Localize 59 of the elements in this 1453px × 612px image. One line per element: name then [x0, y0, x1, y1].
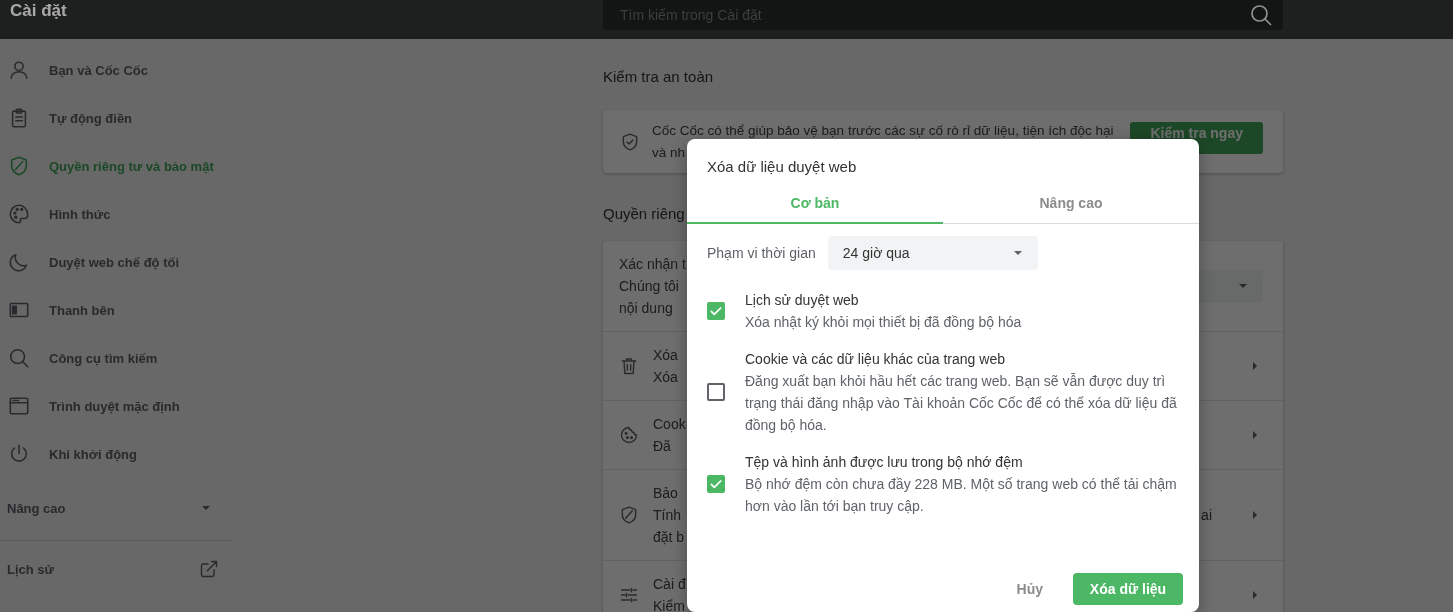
option-description: Xóa nhật ký khỏi mọi thiết bị đã đồng bộ hóa [745, 313, 1022, 332]
palette-icon [8, 203, 30, 225]
browser-window-icon [8, 395, 30, 417]
sidebar-item[interactable]: Quyền riêng tư và bảo mật [0, 142, 232, 190]
section-heading: Kiểm tra an toàn [603, 67, 714, 87]
option-title: Cookie và các dữ liệu khác của trang web [745, 350, 1006, 369]
setting-text: Đã [653, 437, 671, 456]
setting-text: Xác nhận t [619, 255, 686, 274]
cookie-icon [619, 425, 639, 445]
card-text: và nh [652, 144, 686, 162]
sidebar-item[interactable]: Trình duyệt mặc định [0, 382, 232, 430]
sliders-icon [619, 585, 639, 605]
checkbox[interactable] [707, 475, 725, 493]
setting-text: Tính [653, 506, 681, 525]
time-range-dropdown[interactable]: 24 giờ qua [827, 236, 1038, 270]
sidebar-item[interactable]: Khi khởi động [0, 430, 232, 478]
search-icon [1249, 3, 1273, 27]
setting-text: Xóa [653, 346, 678, 365]
clear-data-button[interactable]: Xóa dữ liệu [1073, 573, 1183, 605]
setting-text: nội dung [619, 299, 673, 318]
sidebar-item[interactable]: Bạn và Cốc Cốc [0, 46, 232, 94]
setting-text: Kiểm [653, 597, 685, 612]
person-icon [8, 59, 30, 81]
setting-text: Cook [653, 415, 686, 434]
card-text: Cốc Cốc có thể giúp bảo vệ bạn trước các sự cố rò rỉ dữ liệu, tiện ích độc hại [652, 122, 1114, 140]
sidebar-item[interactable]: Hình thức [0, 190, 232, 238]
setting-text: Chúng tôi [619, 277, 679, 296]
sidebar-item[interactable]: Công cụ tìm kiếm [0, 334, 232, 382]
setting-text: đặt b [653, 528, 685, 547]
trash-icon [619, 356, 639, 376]
page-title: Cài đặt [9, 0, 68, 21]
search-icon [8, 347, 30, 369]
setting-text: Xóa [653, 368, 678, 387]
tab[interactable]: Nâng cao [943, 195, 1199, 224]
power-icon [8, 443, 30, 465]
checkbox[interactable] [707, 383, 725, 401]
moon-icon [8, 251, 30, 273]
tab[interactable]: Cơ bản [687, 195, 943, 224]
sidebar-item[interactable]: Thanh bên [0, 286, 232, 334]
advanced-toggle[interactable]: Nâng cao [0, 486, 232, 530]
field-label: Phạm vi thời gian [707, 245, 816, 261]
setting-text: ai [1201, 506, 1212, 525]
shield-icon [620, 132, 640, 152]
dialog-title: Xóa dữ liệu duyệt web [706, 157, 858, 175]
setting-text: Cài đ [653, 575, 686, 594]
option-title: Lịch sử duyệt web [745, 291, 860, 310]
checkbox[interactable] [707, 302, 725, 320]
external-link-icon [199, 559, 219, 579]
option-description: Đăng xuất bạn khỏi hầu hết các trang web. Bạn sẽ vẫn được duy trì trạng thái đăng nhập vào Tài khoản Cốc Cốc để có thể xóa dữ liệu đã đồng bộ hóa. [745, 372, 1178, 435]
shield-icon [8, 155, 30, 177]
shield-icon [619, 505, 639, 525]
setting-text: Bảo [653, 484, 678, 503]
option-title: Tệp và hình ảnh được lưu trong bộ nhớ đệm [745, 453, 1024, 472]
history-link[interactable]: Lịch sử [0, 541, 232, 579]
sidebar-item[interactable]: Tự động điền [0, 94, 232, 142]
sidebar-item[interactable]: Duyệt web chế độ tối [0, 238, 232, 286]
section-heading: Quyền riêng [603, 204, 685, 224]
cancel-button[interactable]: Hủy [1016, 575, 1043, 603]
option-description: Bộ nhớ đệm còn chưa đầy 228 MB. Một số trang web có thể tải chậm hơn vào lần tới bạn truy cập. [745, 475, 1178, 516]
